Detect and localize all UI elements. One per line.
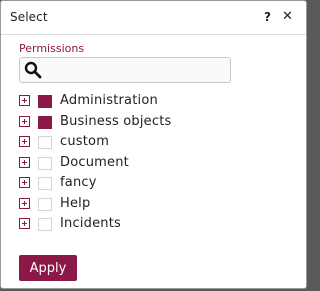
tree-item-label[interactable]: Help	[60, 196, 90, 211]
tree-item: custom	[19, 133, 279, 154]
help-button[interactable]: ?	[264, 10, 271, 24]
item-checkbox[interactable]	[38, 115, 52, 129]
dialog-titlebar: Select ? ✕	[1, 1, 306, 35]
permissions-tree: Administration Business objects custom D…	[19, 92, 279, 236]
search-box[interactable]	[19, 57, 231, 83]
expand-plus-icon[interactable]	[19, 156, 30, 168]
apply-button[interactable]: Apply	[19, 255, 77, 281]
permissions-label: Permissions	[19, 42, 85, 55]
tree-item: Document	[19, 154, 279, 175]
tree-item: Administration	[19, 92, 279, 113]
dialog-title: Select	[10, 10, 48, 24]
select-dialog: Select ? ✕ Permissions Administration Bu…	[0, 0, 307, 289]
tree-item: fancy	[19, 174, 279, 195]
tree-item-label[interactable]: custom	[60, 134, 109, 149]
item-checkbox[interactable]	[38, 218, 52, 231]
close-button[interactable]: ✕	[282, 9, 293, 24]
tree-item-label[interactable]: Administration	[60, 93, 158, 108]
item-checkbox[interactable]	[38, 95, 52, 108]
expand-plus-icon[interactable]	[19, 218, 30, 229]
tree-item: Business objects	[19, 113, 279, 134]
tree-item-label[interactable]: Business objects	[60, 114, 172, 129]
tree-item-label[interactable]: Incidents	[60, 216, 121, 231]
item-checkbox[interactable]	[38, 197, 52, 211]
tree-item: Help	[19, 195, 279, 216]
expand-plus-icon[interactable]	[19, 136, 30, 147]
tree-item: Incidents	[19, 215, 279, 236]
search-input[interactable]	[44, 60, 230, 82]
item-checkbox[interactable]	[38, 177, 52, 190]
expand-plus-icon[interactable]	[19, 197, 30, 209]
tree-item-label[interactable]: fancy	[60, 175, 97, 190]
expand-plus-icon[interactable]	[19, 115, 30, 127]
expand-plus-icon[interactable]	[19, 177, 30, 188]
item-checkbox[interactable]	[38, 156, 52, 170]
expand-plus-icon[interactable]	[19, 95, 30, 106]
item-checkbox[interactable]	[38, 136, 52, 149]
search-icon	[24, 61, 42, 79]
tree-item-label[interactable]: Document	[60, 155, 129, 170]
